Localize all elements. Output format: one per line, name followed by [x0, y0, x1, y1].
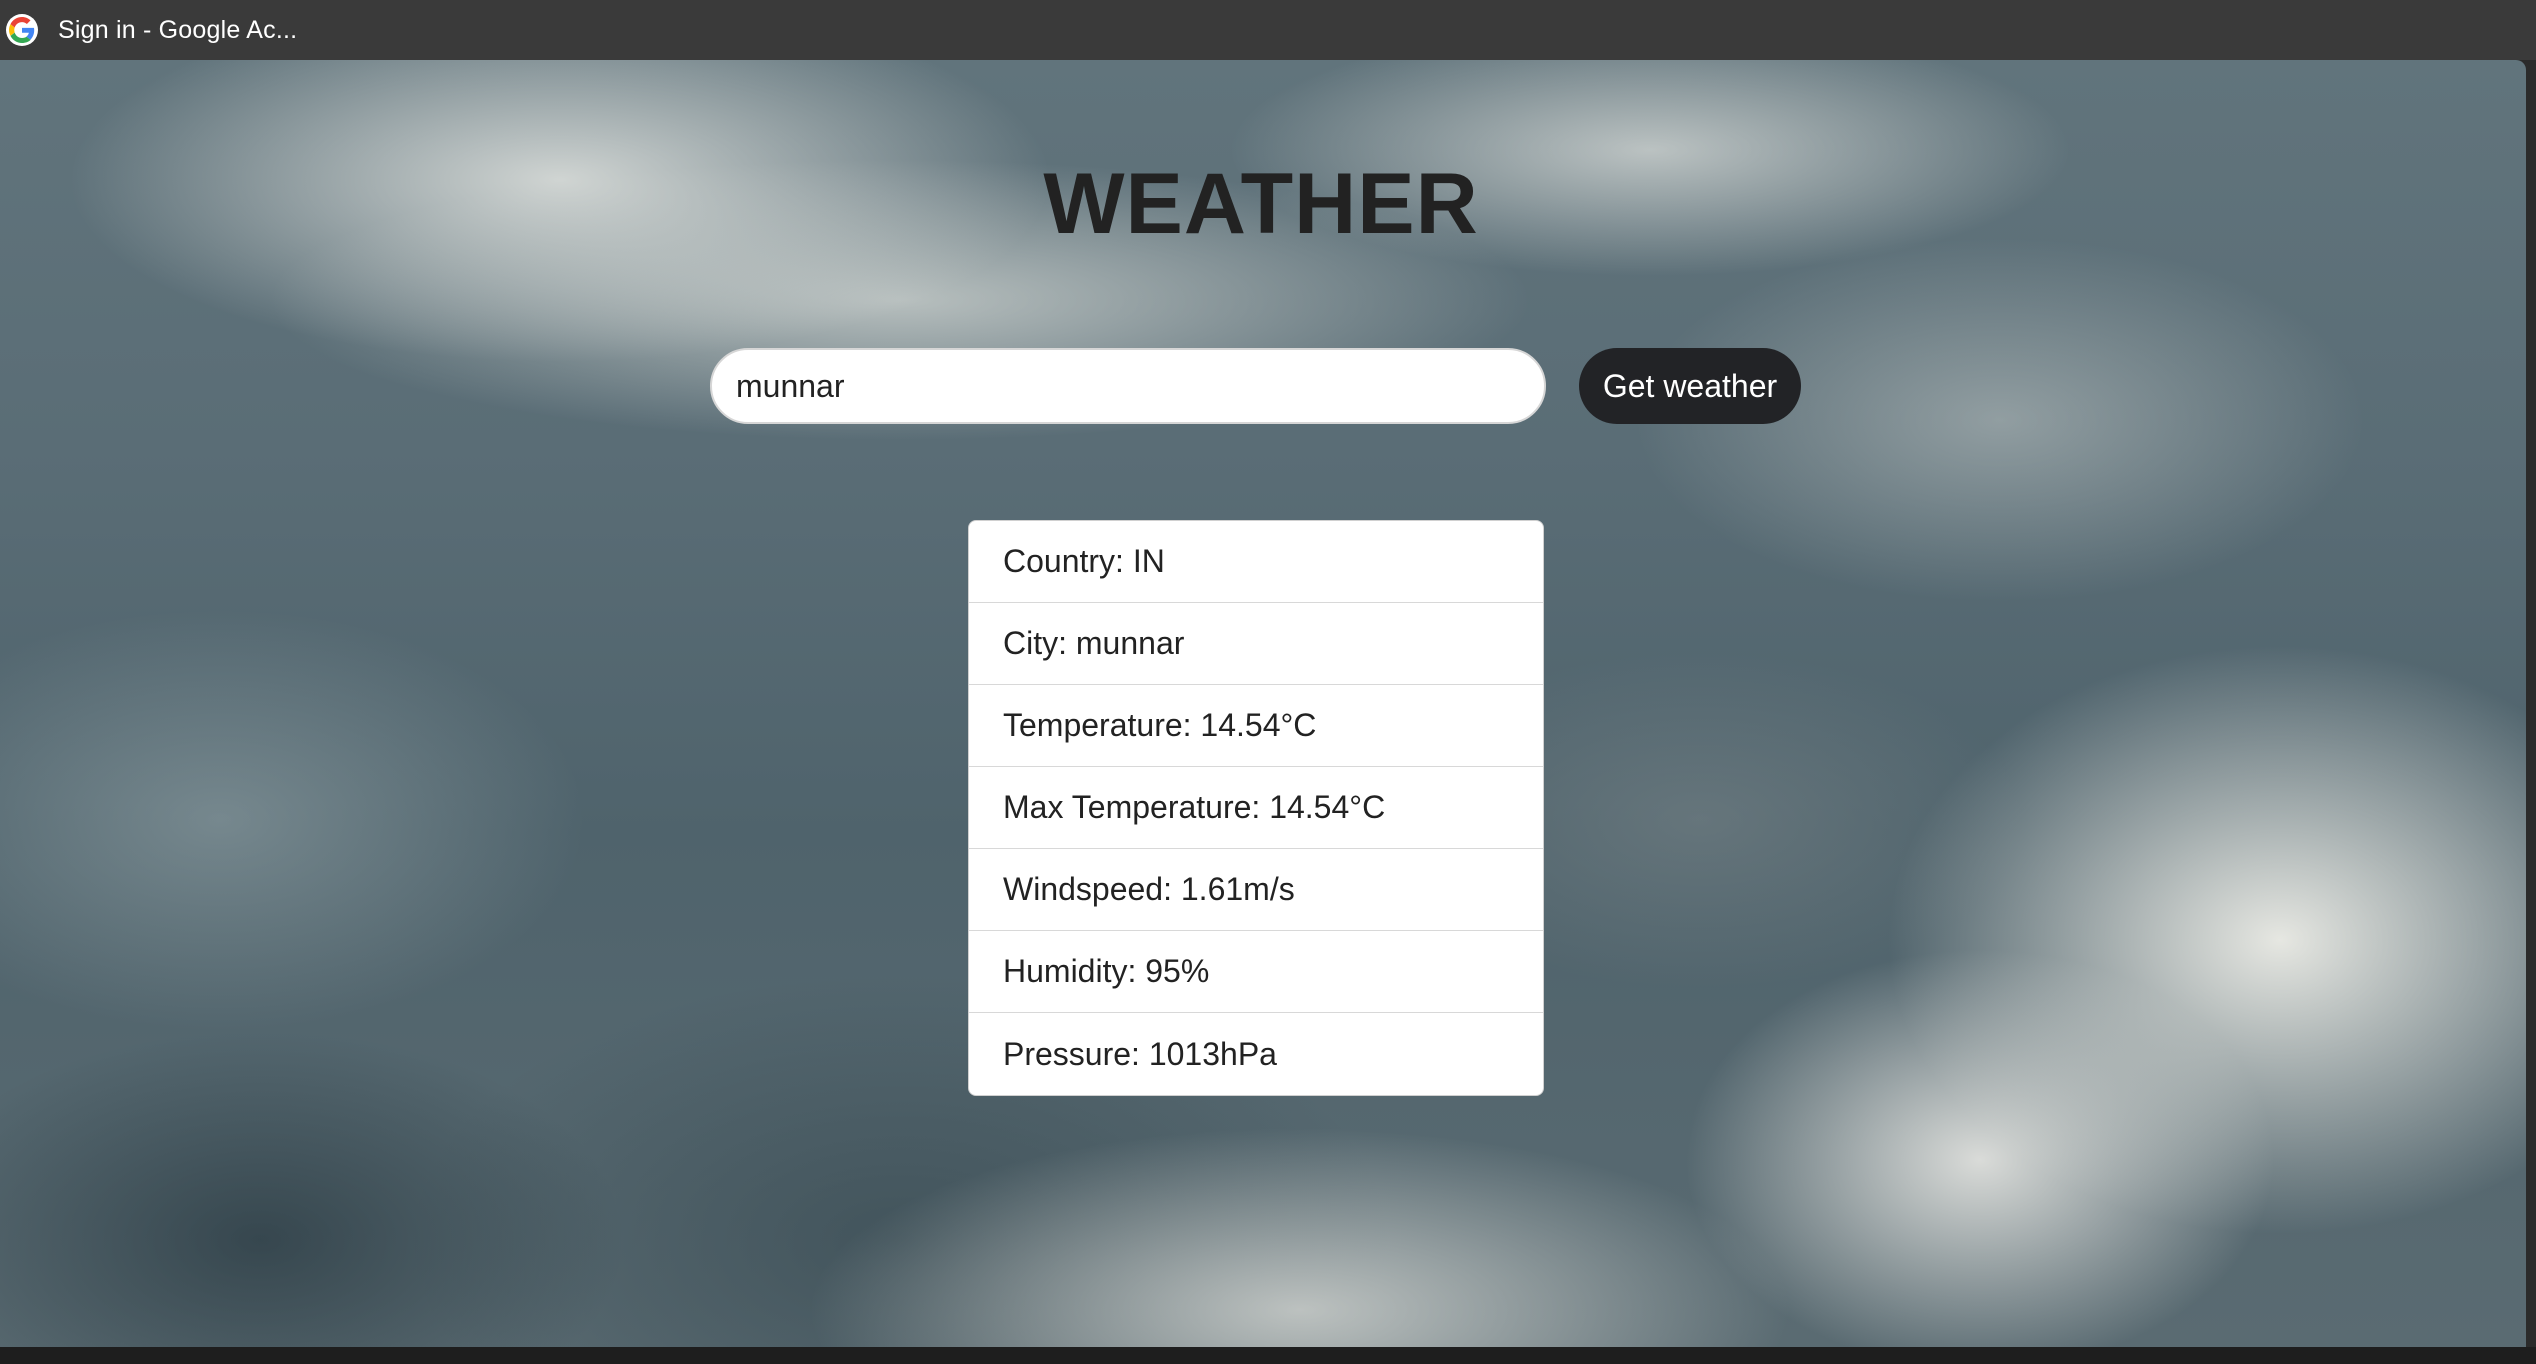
result-label: Pressure:: [1003, 1035, 1140, 1072]
window-titlebar: Sign in - Google Ac...: [0, 0, 2536, 60]
result-label: City:: [1003, 625, 1067, 661]
result-value: 1013hPa: [1148, 1035, 1277, 1072]
result-windspeed: Windspeed: 1.61m/s: [969, 849, 1543, 931]
result-humidity: Humidity: 95%: [969, 931, 1543, 1013]
window-edge: [2526, 60, 2536, 1347]
result-value: 14.54°C: [1269, 789, 1386, 825]
window-bottom-edge: [0, 1347, 2536, 1364]
result-label: Temperature:: [1003, 707, 1192, 743]
result-temperature: Temperature: 14.54°C: [969, 685, 1543, 767]
result-city: City: munnar: [969, 603, 1543, 685]
weather-app: WEATHER Get weather Country: IN City: mu…: [0, 60, 2526, 1347]
result-label: Humidity:: [1003, 953, 1137, 989]
result-value: 1.61m/s: [1180, 871, 1295, 907]
result-value: 95%: [1145, 953, 1210, 989]
result-max-temperature: Max Temperature: 14.54°C: [969, 767, 1543, 849]
google-g-icon: [6, 14, 38, 46]
result-label: Windspeed:: [1003, 871, 1172, 907]
result-value: munnar: [1075, 625, 1185, 661]
result-value: IN: [1132, 543, 1165, 579]
result-label: Country:: [1003, 543, 1124, 579]
result-pressure: Pressure: 1013hPa: [969, 1013, 1543, 1095]
window-title: Sign in - Google Ac...: [58, 15, 298, 44]
page-title: WEATHER: [1043, 156, 1479, 252]
result-label: Max Temperature:: [1003, 789, 1261, 825]
get-weather-button[interactable]: Get weather: [1579, 348, 1801, 424]
page-viewport: WEATHER Get weather Country: IN City: mu…: [0, 60, 2526, 1347]
result-value: 14.54°C: [1200, 707, 1317, 743]
city-search-input[interactable]: [710, 348, 1546, 424]
result-country: Country: IN: [969, 521, 1543, 603]
weather-results-list: Country: IN City: munnar Temperature: 14…: [968, 520, 1544, 1096]
